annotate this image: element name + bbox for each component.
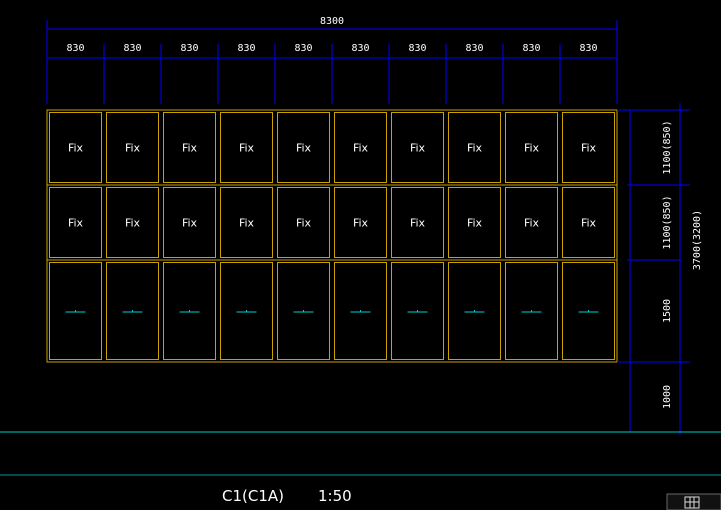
pane-fix-label: Fix	[581, 217, 597, 230]
column-width-label: 830	[351, 43, 369, 54]
row-height-label: 1100(850)	[662, 120, 673, 174]
pane-fix-label: Fix	[410, 217, 426, 230]
pane-fix-label: Fix	[125, 142, 141, 155]
column-width-label: 830	[237, 43, 255, 54]
pane-fix-label: Fix	[467, 217, 483, 230]
row-height-label: 1500	[662, 299, 673, 323]
sill-height-label: 1000	[662, 385, 673, 409]
pane-fix-label: Fix	[467, 142, 483, 155]
column-width-label: 830	[408, 43, 426, 54]
overall-width-label: 8300	[320, 16, 344, 27]
column-width-label: 830	[180, 43, 198, 54]
pane-fix-label: Fix	[296, 142, 312, 155]
drawing-title: C1(C1A)	[222, 487, 284, 505]
pane-fix-label: Fix	[524, 142, 540, 155]
pane-fix-label: Fix	[68, 217, 84, 230]
column-width-label: 830	[465, 43, 483, 54]
column-width-label: 830	[522, 43, 540, 54]
column-width-dimensions: 830 830 830 830 830 830 830 830 830 830	[46, 43, 618, 104]
height-dimensions: 1100(850) 1100(850) 1500 1000 3700(3200)	[617, 103, 703, 435]
column-width-label: 830	[123, 43, 141, 54]
pane-fix-label: Fix	[410, 142, 426, 155]
pane-fix-label: Fix	[182, 142, 198, 155]
pane-fix-label: Fix	[524, 217, 540, 230]
title-block: C1(C1A) 1:50	[0, 474, 721, 505]
column-width-label: 830	[66, 43, 84, 54]
pane-fix-label: Fix	[353, 217, 369, 230]
pane-fix-label: Fix	[68, 142, 84, 155]
row-height-label: 1100(850)	[662, 195, 673, 249]
window-frame: Fix Fix Fix Fix Fix Fix Fix Fix Fix Fix Fix Fix Fix F…	[46, 109, 618, 363]
pane-fix-label: Fix	[296, 217, 312, 230]
window-elevation-drawing: 8300 830 830 830 830 830 830 830 830 830 830 Fix F…	[0, 16, 721, 510]
column-width-label: 830	[579, 43, 597, 54]
pane-fix-label: Fix	[581, 142, 597, 155]
overall-height-label: 3700(3200)	[692, 210, 703, 270]
grid-toggle-icon[interactable]	[666, 493, 721, 510]
pane-fix-label: Fix	[182, 217, 198, 230]
drawing-scale: 1:50	[318, 487, 352, 505]
column-width-label: 830	[294, 43, 312, 54]
pane-fix-label: Fix	[239, 142, 255, 155]
pane-fix-label: Fix	[239, 217, 255, 230]
pane-fix-label: Fix	[125, 217, 141, 230]
pane-fix-label: Fix	[353, 142, 369, 155]
